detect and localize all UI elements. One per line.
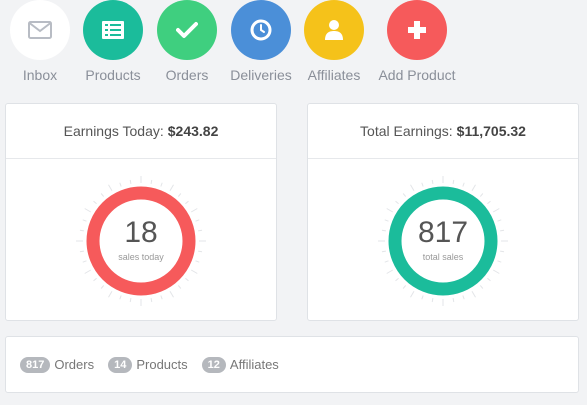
total-earnings-card: Total Earnings: $11,705.32 817 total sal… (307, 103, 579, 321)
affiliates-circle (304, 0, 364, 60)
shortcut-add-product[interactable]: Add Product (372, 0, 462, 92)
gauge-tick (410, 290, 415, 298)
shortcut-label: Inbox (22, 67, 58, 83)
clock-icon (250, 19, 272, 41)
gauge-tick (487, 200, 491, 205)
products-label: Products (136, 357, 188, 372)
gauge-center: 817 total sales (308, 216, 578, 263)
shortcut-label: Affiliates (307, 67, 361, 83)
gauge-tick (177, 285, 182, 289)
gauge-tick (386, 208, 394, 213)
total-sales-value: 817 (417, 216, 469, 249)
gauge-tick (492, 208, 500, 213)
gauge-tick (150, 298, 153, 303)
user-icon (325, 20, 343, 40)
envelope-icon (28, 21, 52, 39)
gauge-tick (190, 208, 198, 213)
products-stat[interactable]: 14 Products (108, 356, 188, 373)
gauge-tick (160, 295, 163, 300)
gauge-tick (185, 277, 189, 282)
gauge-tick (119, 295, 122, 300)
add-product-circle (387, 0, 447, 60)
shortcut-label: Products (85, 67, 141, 83)
gauge-tick (431, 298, 434, 303)
earnings-today-card: Earnings Today: $243.82 18 sales today (5, 103, 277, 321)
gauge-tick (479, 285, 484, 289)
gauge-tick (410, 184, 415, 192)
gauge-tick (452, 179, 455, 184)
shortcut-label: Orders (165, 67, 209, 83)
gauge-tick (129, 179, 132, 184)
gauge-tick (169, 184, 174, 192)
gauge-tick (471, 184, 476, 192)
gauge-tick (84, 208, 92, 213)
earnings-today-header: Earnings Today: $243.82 (6, 104, 276, 159)
gauge-tick (395, 200, 399, 205)
products-count-badge: 14 (108, 356, 133, 373)
orders-circle (157, 0, 217, 60)
gauge-tick (160, 182, 163, 187)
shortcut-bar: Inbox Products Orders Deliveries Affilia… (0, 0, 587, 92)
products-circle (83, 0, 143, 60)
gauge-center: 18 sales today (6, 216, 276, 263)
gauge-tick (129, 298, 132, 303)
total-sales-gauge: 817 total sales (308, 159, 578, 319)
gauge-tick (462, 182, 465, 187)
total-earnings-amount: $11,705.32 (456, 123, 526, 139)
gauge-tick (150, 179, 153, 184)
total-earnings-label: Total Earnings: (360, 123, 453, 139)
sales-today-value: 18 (124, 216, 158, 249)
gauge-tick (421, 295, 424, 300)
gauge-tick (108, 184, 113, 192)
inbox-circle (10, 0, 70, 60)
affiliates-count-badge: 12 (201, 356, 226, 373)
gauge-tick (452, 298, 455, 303)
list-icon (102, 21, 124, 39)
gauge-tick (93, 200, 97, 205)
earnings-today-label: Earnings Today: (63, 123, 164, 139)
earnings-today-amount: $243.82 (167, 123, 219, 139)
gauge-tick (100, 285, 105, 289)
plus-icon (408, 21, 426, 39)
check-icon (176, 22, 198, 38)
sales-today-caption: sales today (118, 252, 164, 262)
gauge-tick (402, 193, 407, 197)
gauge-tick (487, 277, 491, 282)
gauge-tick (402, 285, 407, 289)
affiliates-stat[interactable]: 12 Affiliates (201, 356, 279, 373)
gauge-tick (421, 182, 424, 187)
sales-today-gauge: 18 sales today (6, 159, 276, 319)
affiliates-label: Affiliates (229, 357, 279, 372)
gauge-tick (395, 277, 399, 282)
summary-card: 817 Orders 14 Products 12 Affiliates (5, 336, 579, 393)
gauge-tick (462, 295, 465, 300)
summary-row: 817 Orders 14 Products 12 Affiliates (6, 337, 578, 392)
gauge-tick (169, 290, 174, 298)
orders-count-badge: 817 (20, 356, 51, 373)
gauge-tick (386, 269, 394, 274)
gauge-tick (108, 290, 113, 298)
deliveries-circle (231, 0, 291, 60)
gauge-tick (492, 269, 500, 274)
gauge-tick (177, 193, 182, 197)
gauge-tick (100, 193, 105, 197)
gauge-tick (119, 182, 122, 187)
gauge-tick (431, 179, 434, 184)
shortcut-affiliates[interactable]: Affiliates (289, 0, 379, 92)
orders-stat[interactable]: 817 Orders (20, 356, 95, 373)
shortcut-label: Add Product (378, 67, 456, 83)
gauge-tick (190, 269, 198, 274)
gauge-tick (84, 269, 92, 274)
gauge-tick (471, 290, 476, 298)
orders-label: Orders (54, 357, 95, 372)
gauge-tick (93, 277, 97, 282)
gauge-tick (479, 193, 484, 197)
total-sales-caption: total sales (422, 252, 464, 262)
shortcut-label: Deliveries (230, 67, 292, 83)
gauge-tick (185, 200, 189, 205)
total-earnings-header: Total Earnings: $11,705.32 (308, 104, 578, 159)
